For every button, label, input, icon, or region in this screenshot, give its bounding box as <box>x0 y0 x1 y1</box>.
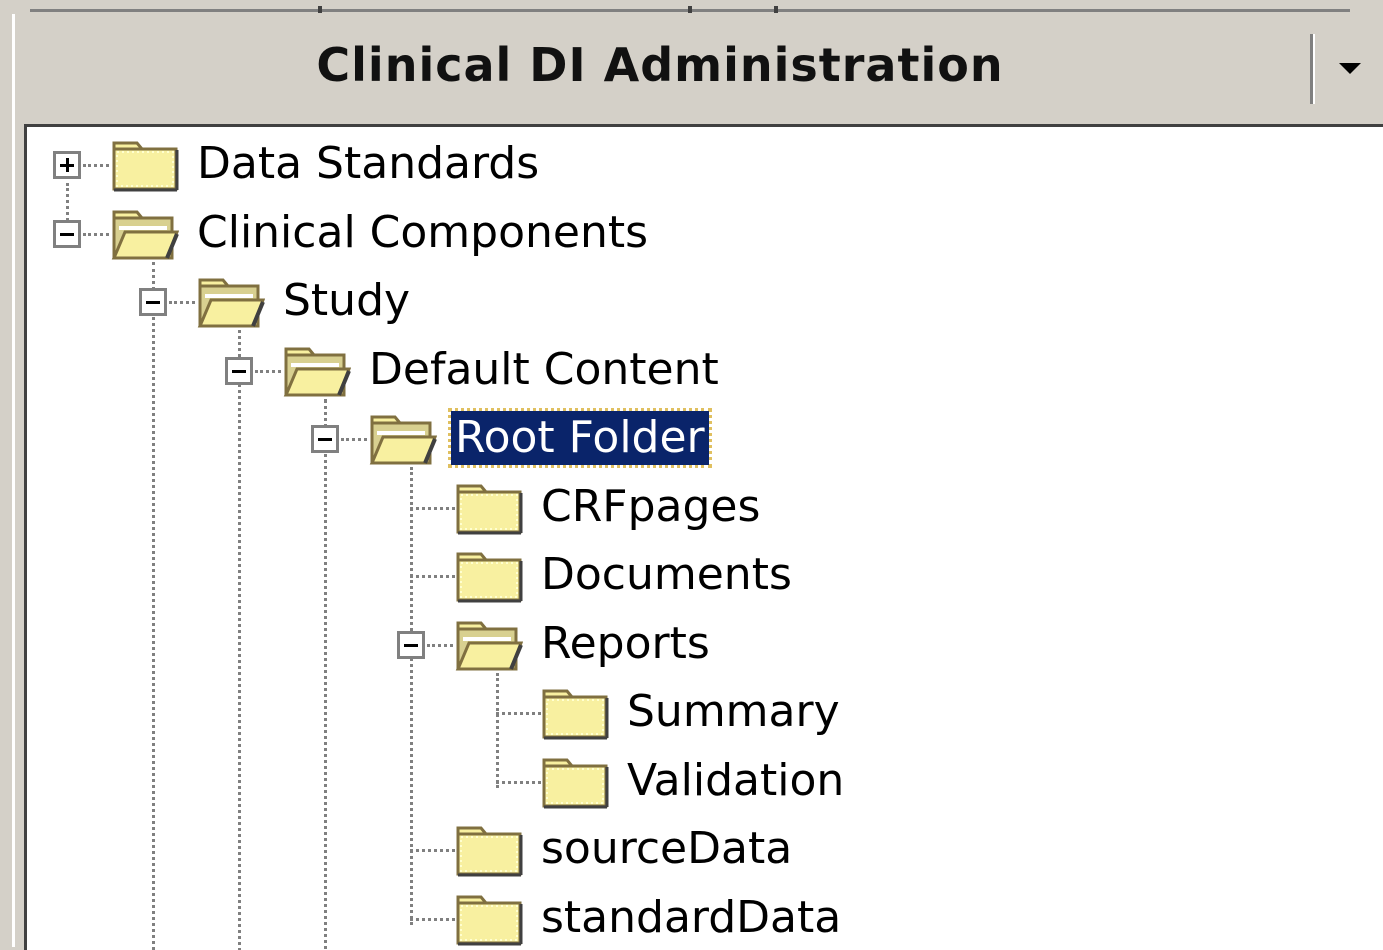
panel-title: Clinical DI Administration <box>15 38 1305 92</box>
tree-connector-line <box>410 575 455 578</box>
tree-node-label: standardData <box>537 891 845 945</box>
folder-open-icon <box>197 274 265 330</box>
folder-open-icon <box>283 343 351 399</box>
tree-node-standarddata[interactable]: standardData <box>27 885 1367 950</box>
tree-node-reports[interactable]: Reports <box>27 611 1367 679</box>
folder-open-icon <box>455 617 523 673</box>
collapse-minus-icon[interactable] <box>139 288 167 316</box>
tree-node-label: Default Content <box>365 343 723 397</box>
tree-connector-line <box>410 507 455 510</box>
collapse-minus-icon[interactable] <box>53 220 81 248</box>
folder-open-icon <box>111 206 179 262</box>
collapse-minus-icon[interactable] <box>397 631 425 659</box>
tree-node-label: Data Standards <box>193 137 543 191</box>
folder-closed-icon <box>455 480 523 536</box>
tree-node-label: Root Folder <box>451 411 709 465</box>
folder-closed-icon <box>455 548 523 604</box>
tree-node-label: Validation <box>623 754 848 808</box>
tree-node-label: Summary <box>623 685 844 739</box>
tree-node-sourcedata[interactable]: sourceData <box>27 816 1367 884</box>
tree-connector-line <box>255 370 281 373</box>
folder-tree[interactable]: Data Standards Clinical Components Study De… <box>24 124 1383 950</box>
panel-titlebar: Clinical DI Administration <box>15 14 1383 118</box>
tree-connector-line <box>410 849 455 852</box>
tree-node-label: Study <box>279 274 414 328</box>
folder-closed-icon <box>541 754 609 810</box>
tree-connector-line <box>341 438 367 441</box>
tree-connector-line <box>83 164 109 167</box>
tree-node-documents[interactable]: Documents <box>27 542 1367 610</box>
splitter-tick <box>774 6 778 13</box>
tree-connector-line <box>169 301 195 304</box>
folder-closed-icon <box>541 685 609 741</box>
tree-node-root-folder[interactable]: Root Folder <box>27 405 1367 473</box>
folder-closed-icon <box>111 137 179 193</box>
tree-connector-line <box>496 712 541 715</box>
tree-connector-line <box>427 644 453 647</box>
tree-node-label: Clinical Components <box>193 206 652 260</box>
tree-node-data-standards[interactable]: Data Standards <box>27 131 1367 199</box>
navigator-panel: Clinical DI Administration Data Standard… <box>12 14 1383 947</box>
titlebar-separator <box>1310 34 1315 104</box>
tree-node-crfpages[interactable]: CRFpages <box>27 474 1367 542</box>
tree-node-study[interactable]: Study <box>27 268 1367 336</box>
tree-connector-line <box>410 918 455 921</box>
tree-connector-line <box>496 781 541 784</box>
folder-open-icon <box>369 411 437 467</box>
expand-plus-icon[interactable] <box>53 151 81 179</box>
tree-node-validation[interactable]: Validation <box>27 748 1367 816</box>
splitter-tick <box>318 6 322 13</box>
tree-node-default-content[interactable]: Default Content <box>27 337 1367 405</box>
folder-closed-icon <box>455 891 523 947</box>
top-splitter-strip <box>0 0 1383 14</box>
tree-node-summary[interactable]: Summary <box>27 679 1367 747</box>
tree-node-clinical-components[interactable]: Clinical Components <box>27 200 1367 268</box>
tree-node-label: sourceData <box>537 822 796 876</box>
tree-node-label: Documents <box>537 548 796 602</box>
tree-node-label: Reports <box>537 617 714 671</box>
collapse-minus-icon[interactable] <box>311 425 339 453</box>
tree-node-label: CRFpages <box>537 480 764 534</box>
tree-connector-line <box>83 233 109 236</box>
splitter-tick <box>688 6 692 13</box>
folder-closed-icon <box>455 822 523 878</box>
collapse-minus-icon[interactable] <box>225 357 253 385</box>
dropdown-arrow-icon[interactable] <box>1325 44 1380 94</box>
